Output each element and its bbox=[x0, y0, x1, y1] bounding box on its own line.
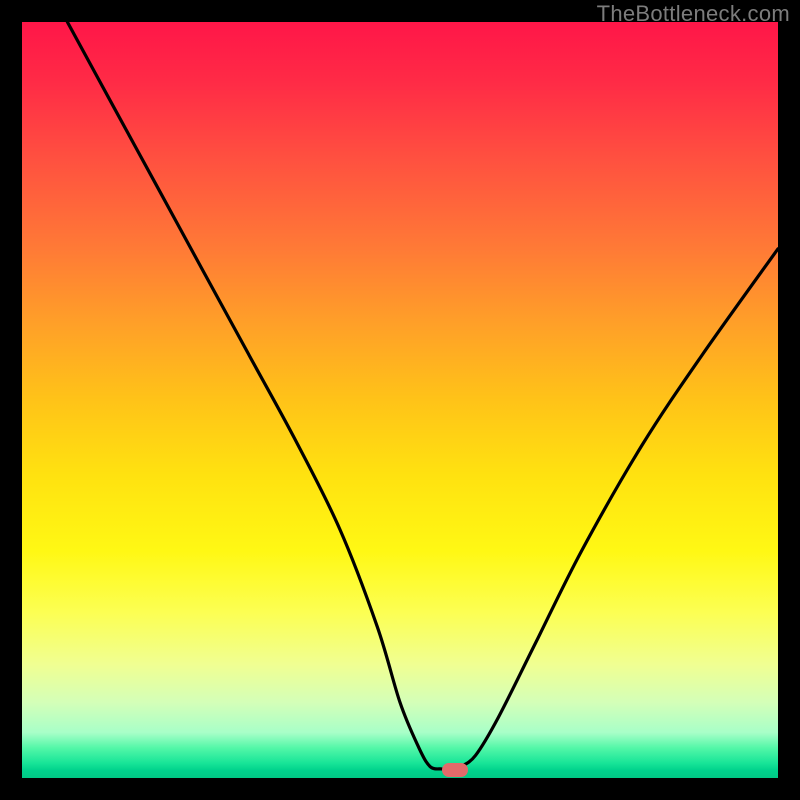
plot-area bbox=[22, 22, 778, 778]
bottleneck-curve bbox=[22, 22, 778, 778]
chart-stage: TheBottleneck.com bbox=[0, 0, 800, 800]
optimal-marker bbox=[442, 763, 468, 777]
